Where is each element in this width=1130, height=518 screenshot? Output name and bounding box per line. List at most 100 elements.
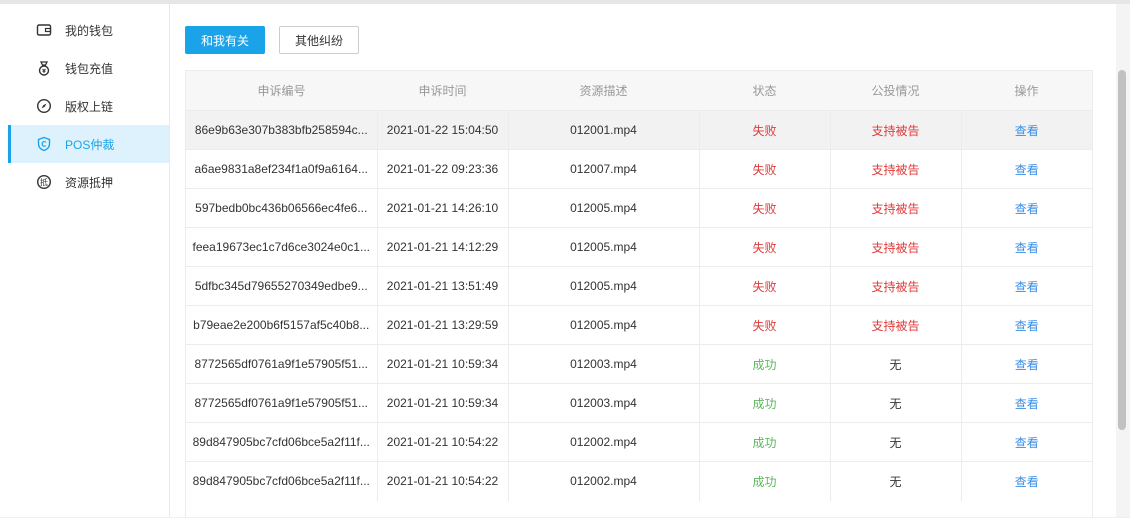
main-content: 和我有关 其他纠纷 申诉编号 申诉时间 资源描述 状态 公投情况 操作 86e9…: [170, 4, 1130, 518]
view-link[interactable]: 查看: [961, 110, 1092, 150]
status-cell: 失败: [699, 149, 831, 189]
appeal-id-cell: 8772565df0761a9f1e57905f51...: [186, 383, 378, 423]
status-cell: 失败: [699, 305, 831, 345]
table-row: 8772565df0761a9f1e57905f51... 2021-01-21…: [186, 383, 1092, 423]
view-link[interactable]: 查看: [961, 422, 1092, 462]
vote-cell: 支持被告: [830, 305, 962, 345]
header-appeal-id: 申诉编号: [186, 71, 377, 111]
header-appeal-time: 申诉时间: [377, 71, 508, 111]
sidebar-item-label: 资源抵押: [65, 175, 114, 190]
vote-cell: 无: [830, 461, 962, 501]
appeal-id-cell: 597bedb0bc436b06566ec4fe6...: [186, 188, 378, 228]
resource-cell: 012005.mp4: [508, 227, 700, 267]
status-cell: 成功: [699, 422, 831, 462]
appeal-time-cell: 2021-01-21 14:26:10: [377, 188, 509, 228]
header-status: 状态: [699, 71, 830, 111]
vote-cell: 支持被告: [830, 266, 962, 306]
view-link[interactable]: 查看: [961, 461, 1092, 501]
sidebar-item-copyright[interactable]: 版权上链: [8, 87, 169, 125]
appeal-table-container: 申诉编号 申诉时间 资源描述 状态 公投情况 操作 86e9b63e307b38…: [185, 70, 1093, 518]
resource-cell: 012005.mp4: [508, 266, 700, 306]
status-cell: 成功: [699, 461, 831, 501]
sidebar-item-wallet[interactable]: 我的钱包: [8, 11, 169, 49]
table-row: 89d847905bc7cfd06bce5a2f11f... 2021-01-2…: [186, 422, 1092, 462]
status-cell: 失败: [699, 188, 831, 228]
wallet-icon: [36, 24, 52, 36]
shield-icon: [37, 136, 51, 152]
appeal-time-cell: 2021-01-22 15:04:50: [377, 110, 509, 150]
table-row: 5dfbc345d79655270349edbe9... 2021-01-21 …: [186, 266, 1092, 306]
table-row: feea19673ec1c7d6ce3024e0c1... 2021-01-21…: [186, 227, 1092, 267]
vote-cell: 支持被告: [830, 188, 962, 228]
status-cell: 成功: [699, 383, 831, 423]
table-row: 8772565df0761a9f1e57905f51... 2021-01-21…: [186, 344, 1092, 384]
appeal-time-cell: 2021-01-21 14:12:29: [377, 227, 509, 267]
vote-cell: 无: [830, 422, 962, 462]
resource-cell: 012007.mp4: [508, 149, 700, 189]
table-row: 89d847905bc7cfd06bce5a2f11f... 2021-01-2…: [186, 461, 1092, 501]
sidebar-item-label: 钱包充值: [65, 61, 114, 76]
resource-cell: 012002.mp4: [508, 461, 700, 501]
view-link[interactable]: 查看: [961, 383, 1092, 423]
appeal-time-cell: 2021-01-21 13:51:49: [377, 266, 509, 306]
status-cell: 成功: [699, 344, 831, 384]
tab-mine-button[interactable]: 和我有关: [185, 26, 265, 54]
header-resource: 资源描述: [508, 71, 699, 111]
status-cell: 失败: [699, 266, 831, 306]
tab-others-button[interactable]: 其他纠纷: [279, 26, 359, 54]
resource-cell: 012003.mp4: [508, 344, 700, 384]
appeal-id-cell: 8772565df0761a9f1e57905f51...: [186, 344, 378, 384]
table-row: a6ae9831a8ef234f1a0f9a6164... 2021-01-22…: [186, 149, 1092, 189]
appeal-id-cell: b79eae2e200b6f5157af5c40b8...: [186, 305, 378, 345]
appeal-time-cell: 2021-01-21 10:54:22: [377, 461, 509, 501]
resource-cell: 012002.mp4: [508, 422, 700, 462]
sidebar-item-recharge[interactable]: 钱包充值: [8, 49, 169, 87]
svg-text:抵: 抵: [40, 177, 48, 187]
appeal-id-cell: feea19673ec1c7d6ce3024e0c1...: [186, 227, 378, 267]
appeal-id-cell: 5dfbc345d79655270349edbe9...: [186, 266, 378, 306]
resource-cell: 012001.mp4: [508, 110, 700, 150]
appeal-id-cell: 89d847905bc7cfd06bce5a2f11f...: [186, 461, 378, 501]
table-row: 597bedb0bc436b06566ec4fe6... 2021-01-21 …: [186, 188, 1092, 228]
appeal-id-cell: 86e9b63e307b383bfb258594c...: [186, 110, 378, 150]
vote-cell: 无: [830, 383, 962, 423]
view-link[interactable]: 查看: [961, 149, 1092, 189]
money-bag-icon: [38, 61, 50, 76]
sidebar-item-label: 我的钱包: [65, 23, 114, 38]
pledge-icon: 抵: [36, 174, 52, 190]
vote-cell: 无: [830, 344, 962, 384]
appeal-time-cell: 2021-01-21 10:54:22: [377, 422, 509, 462]
table-row: b79eae2e200b6f5157af5c40b8... 2021-01-21…: [186, 305, 1092, 345]
sidebar-item-label: POS仲裁: [65, 137, 115, 152]
appeal-id-cell: a6ae9831a8ef234f1a0f9a6164...: [186, 149, 378, 189]
resource-cell: 012003.mp4: [508, 383, 700, 423]
resource-cell: 012005.mp4: [508, 188, 700, 228]
resource-cell: 012005.mp4: [508, 305, 700, 345]
appeal-id-cell: 89d847905bc7cfd06bce5a2f11f...: [186, 422, 378, 462]
vote-cell: 支持被告: [830, 227, 962, 267]
vote-cell: 支持被告: [830, 149, 962, 189]
sidebar-item-pos-arbitration[interactable]: POS仲裁: [8, 125, 169, 163]
table-header-row: 申诉编号 申诉时间 资源描述 状态 公投情况 操作: [186, 71, 1092, 111]
view-link[interactable]: 查看: [961, 188, 1092, 228]
appeal-time-cell: 2021-01-21 10:59:34: [377, 383, 509, 423]
vote-cell: 支持被告: [830, 110, 962, 150]
appeal-time-cell: 2021-01-22 09:23:36: [377, 149, 509, 189]
scrollbar-thumb[interactable]: [1118, 70, 1126, 430]
appeal-time-cell: 2021-01-21 10:59:34: [377, 344, 509, 384]
view-link[interactable]: 查看: [961, 266, 1092, 306]
sidebar: 我的钱包 钱包充值 版权上链 POS仲裁 抵 资源抵押: [0, 4, 170, 517]
table-row: 86e9b63e307b383bfb258594c... 2021-01-22 …: [186, 110, 1092, 150]
compass-icon: [36, 98, 52, 114]
header-vote: 公投情况: [830, 71, 961, 111]
view-link[interactable]: 查看: [961, 344, 1092, 384]
status-cell: 失败: [699, 227, 831, 267]
sidebar-item-resource-pledge[interactable]: 抵 资源抵押: [8, 163, 169, 201]
status-cell: 失败: [699, 110, 831, 150]
view-link[interactable]: 查看: [961, 227, 1092, 267]
appeal-time-cell: 2021-01-21 13:29:59: [377, 305, 509, 345]
appeal-table: 申诉编号 申诉时间 资源描述 状态 公投情况 操作 86e9b63e307b38…: [186, 71, 1092, 501]
sidebar-item-label: 版权上链: [65, 99, 114, 114]
view-link[interactable]: 查看: [961, 305, 1092, 345]
header-action: 操作: [961, 71, 1092, 111]
